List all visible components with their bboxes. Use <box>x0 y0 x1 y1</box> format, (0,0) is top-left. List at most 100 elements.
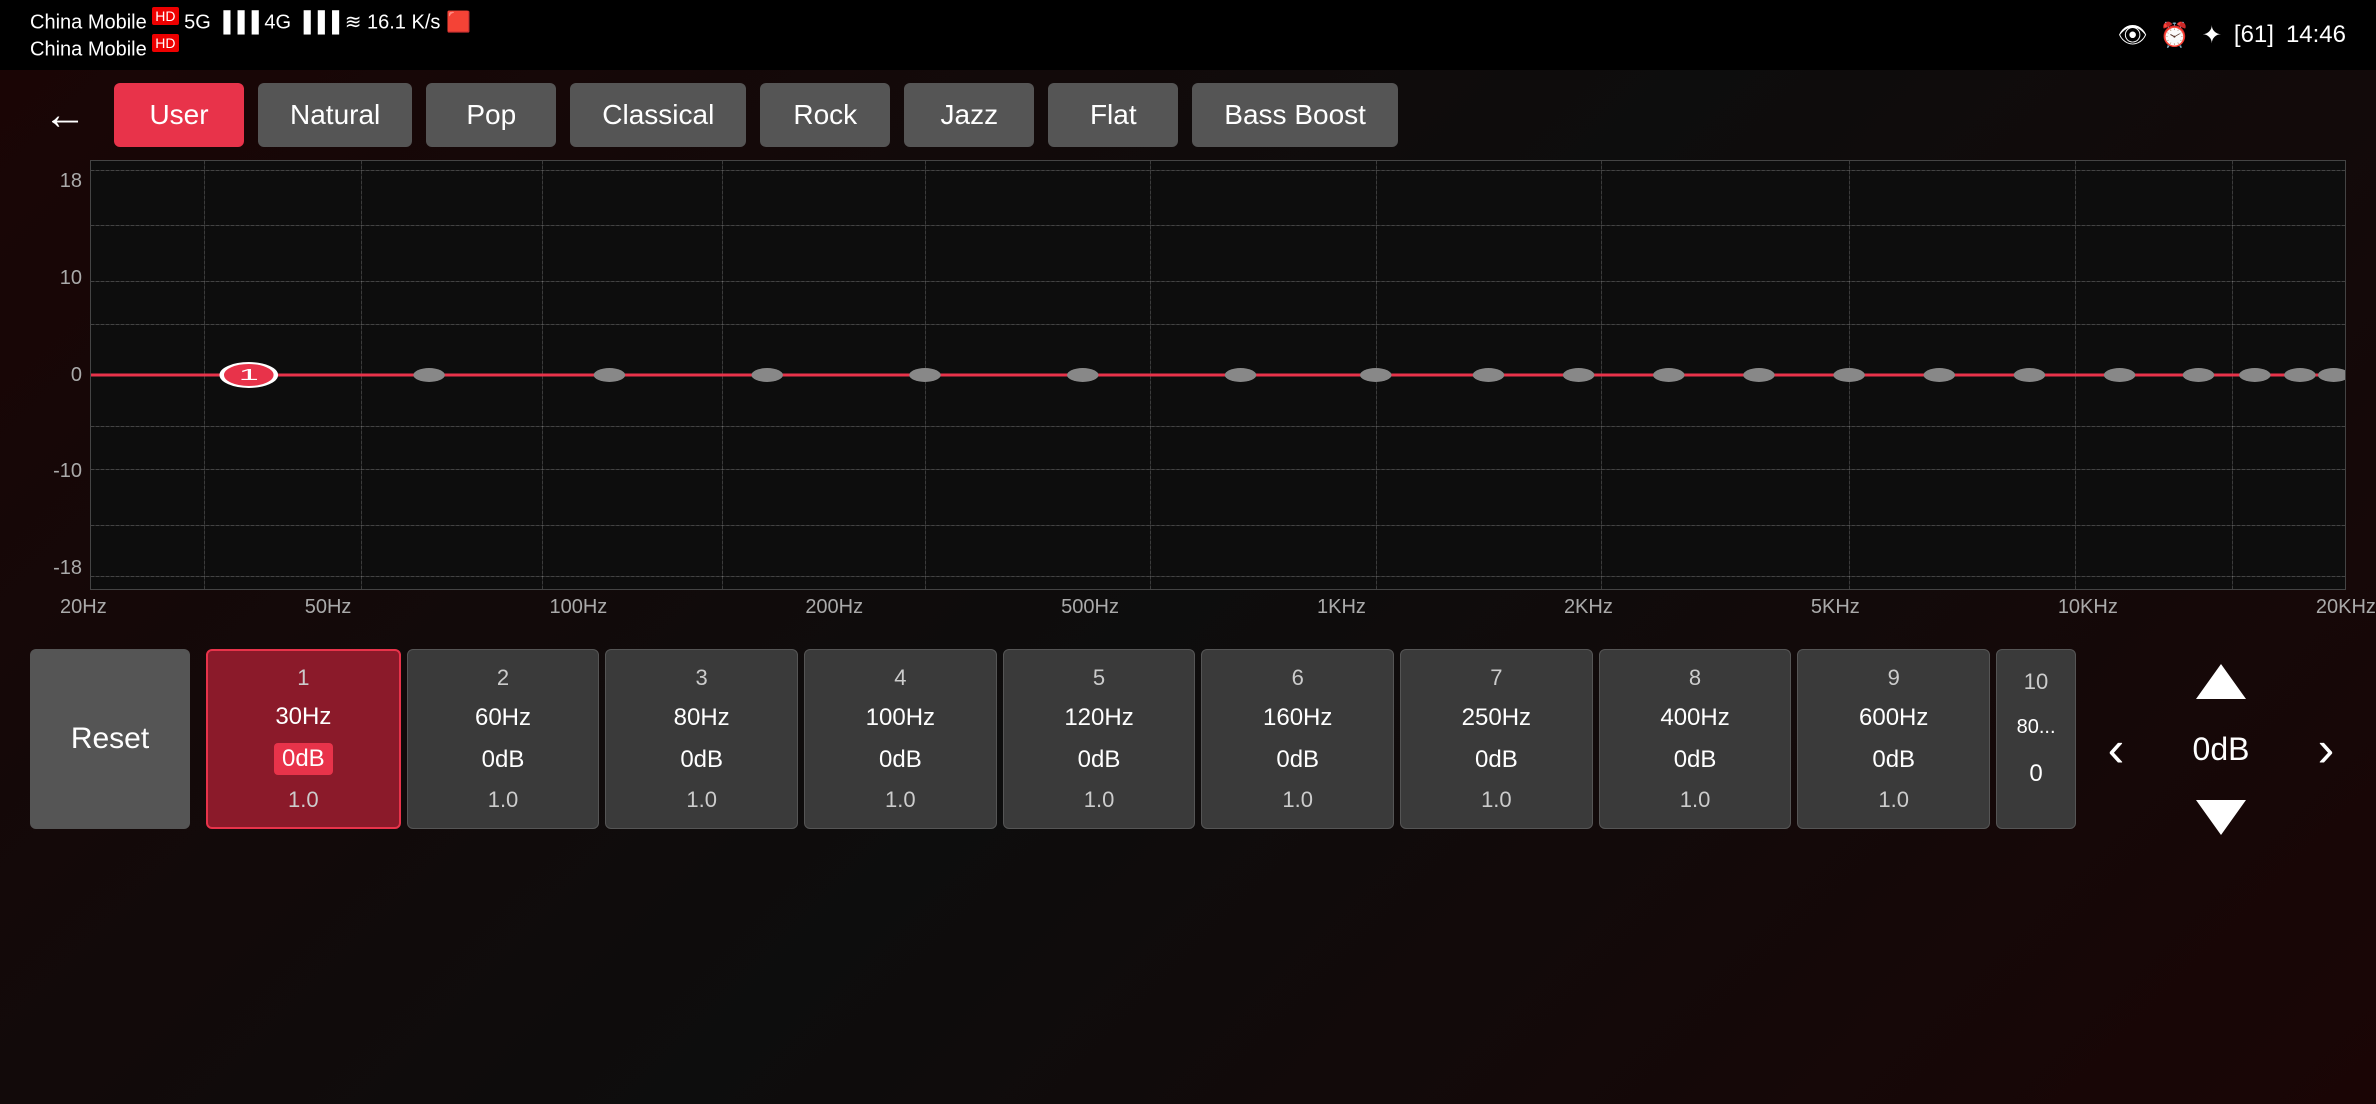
band-6-freq: 160Hz <box>1263 704 1332 732</box>
band-5-db: 0dB <box>1078 746 1121 774</box>
band-10[interactable]: 10 80... 0 <box>1996 649 2076 829</box>
preset-rock[interactable]: Rock <box>760 83 890 147</box>
preset-bassboost[interactable]: Bass Boost <box>1192 83 1398 147</box>
x-label-10khz: 10KHz <box>2058 596 2118 619</box>
band-2[interactable]: 2 60Hz 0dB 1.0 <box>407 649 600 829</box>
preset-classical[interactable]: Classical <box>570 83 746 147</box>
band-3-db: 0dB <box>680 746 723 774</box>
band-10-db: 0 <box>2029 760 2042 788</box>
y-label-n18: -18 <box>53 557 82 580</box>
svg-text:1: 1 <box>239 366 259 384</box>
band-7-num: 7 <box>1490 665 1502 691</box>
preset-bar: ← User Natural Pop Classical Rock Jazz F… <box>0 70 2376 160</box>
band-4-freq: 100Hz <box>866 704 935 732</box>
band-2-num: 2 <box>497 665 509 691</box>
db-down-button[interactable] <box>2186 787 2256 847</box>
carrier-info: China Mobile HD 5G ▐▐▐ 4G ▐▐▐ ≋ 16.1 K/s… <box>30 8 471 61</box>
y-label-0: 0 <box>71 364 82 387</box>
band-8-q: 1.0 <box>1680 787 1711 813</box>
x-label-100hz: 100Hz <box>549 596 607 619</box>
alarm-icon: ⏰ <box>2160 21 2190 50</box>
band-9-q: 1.0 <box>1878 787 1909 813</box>
status-bar: China Mobile HD 5G ▐▐▐ 4G ▐▐▐ ≋ 16.1 K/s… <box>0 0 2376 70</box>
y-label-10: 10 <box>60 267 82 290</box>
back-arrow-icon: ← <box>43 90 87 140</box>
band-8-db: 0dB <box>1674 746 1717 774</box>
band-9-num: 9 <box>1888 665 1900 691</box>
band-9[interactable]: 9 600Hz 0dB 1.0 <box>1797 649 1990 829</box>
eye-icon: 👁 <box>2117 21 2147 50</box>
right-controls: ‹ 0dB › <box>2096 649 2346 849</box>
band-5-num: 5 <box>1093 665 1105 691</box>
band-9-db: 0dB <box>1872 746 1915 774</box>
x-label-20hz: 20Hz <box>60 596 107 619</box>
band-2-freq: 60Hz <box>475 704 531 732</box>
band-9-freq: 600Hz <box>1859 704 1928 732</box>
reset-button[interactable]: Reset <box>30 649 190 829</box>
y-label-n10: -10 <box>53 460 82 483</box>
band-1-q: 1.0 <box>288 787 319 813</box>
status-right: 👁 ⏰ ✦ [61] 14:46 <box>2117 21 2346 50</box>
band-6-num: 6 <box>1292 665 1304 691</box>
bluetooth-icon: ✦ <box>2202 21 2222 50</box>
band-10-num: 10 <box>2024 669 2048 695</box>
band-next-button[interactable]: › <box>2291 719 2361 779</box>
preset-natural[interactable]: Natural <box>258 83 412 147</box>
band-8[interactable]: 8 400Hz 0dB 1.0 <box>1599 649 1792 829</box>
band-4-db: 0dB <box>879 746 922 774</box>
preset-jazz[interactable]: Jazz <box>904 83 1034 147</box>
band-1[interactable]: 1 30Hz 0dB 1.0 <box>206 649 401 829</box>
band-prev-button[interactable]: ‹ <box>2081 719 2151 779</box>
db-control-row: ‹ 0dB › <box>2081 719 2361 779</box>
band-8-num: 8 <box>1689 665 1701 691</box>
x-label-50hz: 50Hz <box>305 596 352 619</box>
band-3-q: 1.0 <box>686 787 717 813</box>
eq-curve-svg: 1 <box>91 161 2345 589</box>
x-axis: 20Hz 50Hz 100Hz 200Hz 500Hz 1KHz 2KHz 5K… <box>0 590 2376 619</box>
band-5-q: 1.0 <box>1084 787 1115 813</box>
x-label-200hz: 200Hz <box>805 596 863 619</box>
eq-chart-container: 18 10 0 -10 -18 <box>30 160 2346 590</box>
band-4-num: 4 <box>894 665 906 691</box>
main-content: ← User Natural Pop Classical Rock Jazz F… <box>0 70 2376 1104</box>
band-6[interactable]: 6 160Hz 0dB 1.0 <box>1201 649 1394 829</box>
eq-chart[interactable]: 1 <box>90 160 2346 590</box>
band-6-q: 1.0 <box>1282 787 1313 813</box>
back-button[interactable]: ← <box>30 85 100 145</box>
band-3[interactable]: 3 80Hz 0dB 1.0 <box>605 649 798 829</box>
band-7[interactable]: 7 250Hz 0dB 1.0 <box>1400 649 1593 829</box>
carrier1-label: China Mobile HD 5G ▐▐▐ 4G ▐▐▐ ≋ 16.1 K/s… <box>30 8 471 35</box>
time-label: 14:46 <box>2286 21 2346 49</box>
band-3-num: 3 <box>696 665 708 691</box>
band-6-db: 0dB <box>1276 746 1319 774</box>
preset-pop[interactable]: Pop <box>426 83 556 147</box>
band-2-q: 1.0 <box>488 787 519 813</box>
db-up-button[interactable] <box>2186 651 2256 711</box>
y-axis: 18 10 0 -10 -18 <box>30 160 90 590</box>
band-2-db: 0dB <box>482 746 525 774</box>
x-label-500hz: 500Hz <box>1061 596 1119 619</box>
preset-user[interactable]: User <box>114 83 244 147</box>
x-label-1khz: 1KHz <box>1317 596 1366 619</box>
band-1-db: 0dB <box>274 743 333 775</box>
band-5[interactable]: 5 120Hz 0dB 1.0 <box>1003 649 1196 829</box>
current-db-display: 0dB <box>2171 731 2271 768</box>
battery-label: [61] <box>2234 21 2274 49</box>
band-4[interactable]: 4 100Hz 0dB 1.0 <box>804 649 997 829</box>
x-label-5khz: 5KHz <box>1811 596 1860 619</box>
band-10-freq: 80... <box>2017 716 2056 739</box>
preset-flat[interactable]: Flat <box>1048 83 1178 147</box>
band-7-q: 1.0 <box>1481 787 1512 813</box>
y-label-18: 18 <box>60 170 82 193</box>
band-1-freq: 30Hz <box>275 703 331 731</box>
x-label-20khz: 20KHz <box>2316 596 2376 619</box>
band-7-db: 0dB <box>1475 746 1518 774</box>
band-4-q: 1.0 <box>885 787 916 813</box>
bands-container: 1 30Hz 0dB 1.0 2 60Hz 0dB 1.0 3 80Hz 0dB… <box>206 649 2076 849</box>
band-3-freq: 80Hz <box>674 704 730 732</box>
band-7-freq: 250Hz <box>1462 704 1531 732</box>
nav-arrows: ‹ 0dB › <box>2081 651 2361 847</box>
band-controls: Reset 1 30Hz 0dB 1.0 2 60Hz 0dB 1.0 3 80… <box>0 639 2376 859</box>
carrier2-label: China Mobile HD <box>30 35 471 62</box>
band-8-freq: 400Hz <box>1660 704 1729 732</box>
